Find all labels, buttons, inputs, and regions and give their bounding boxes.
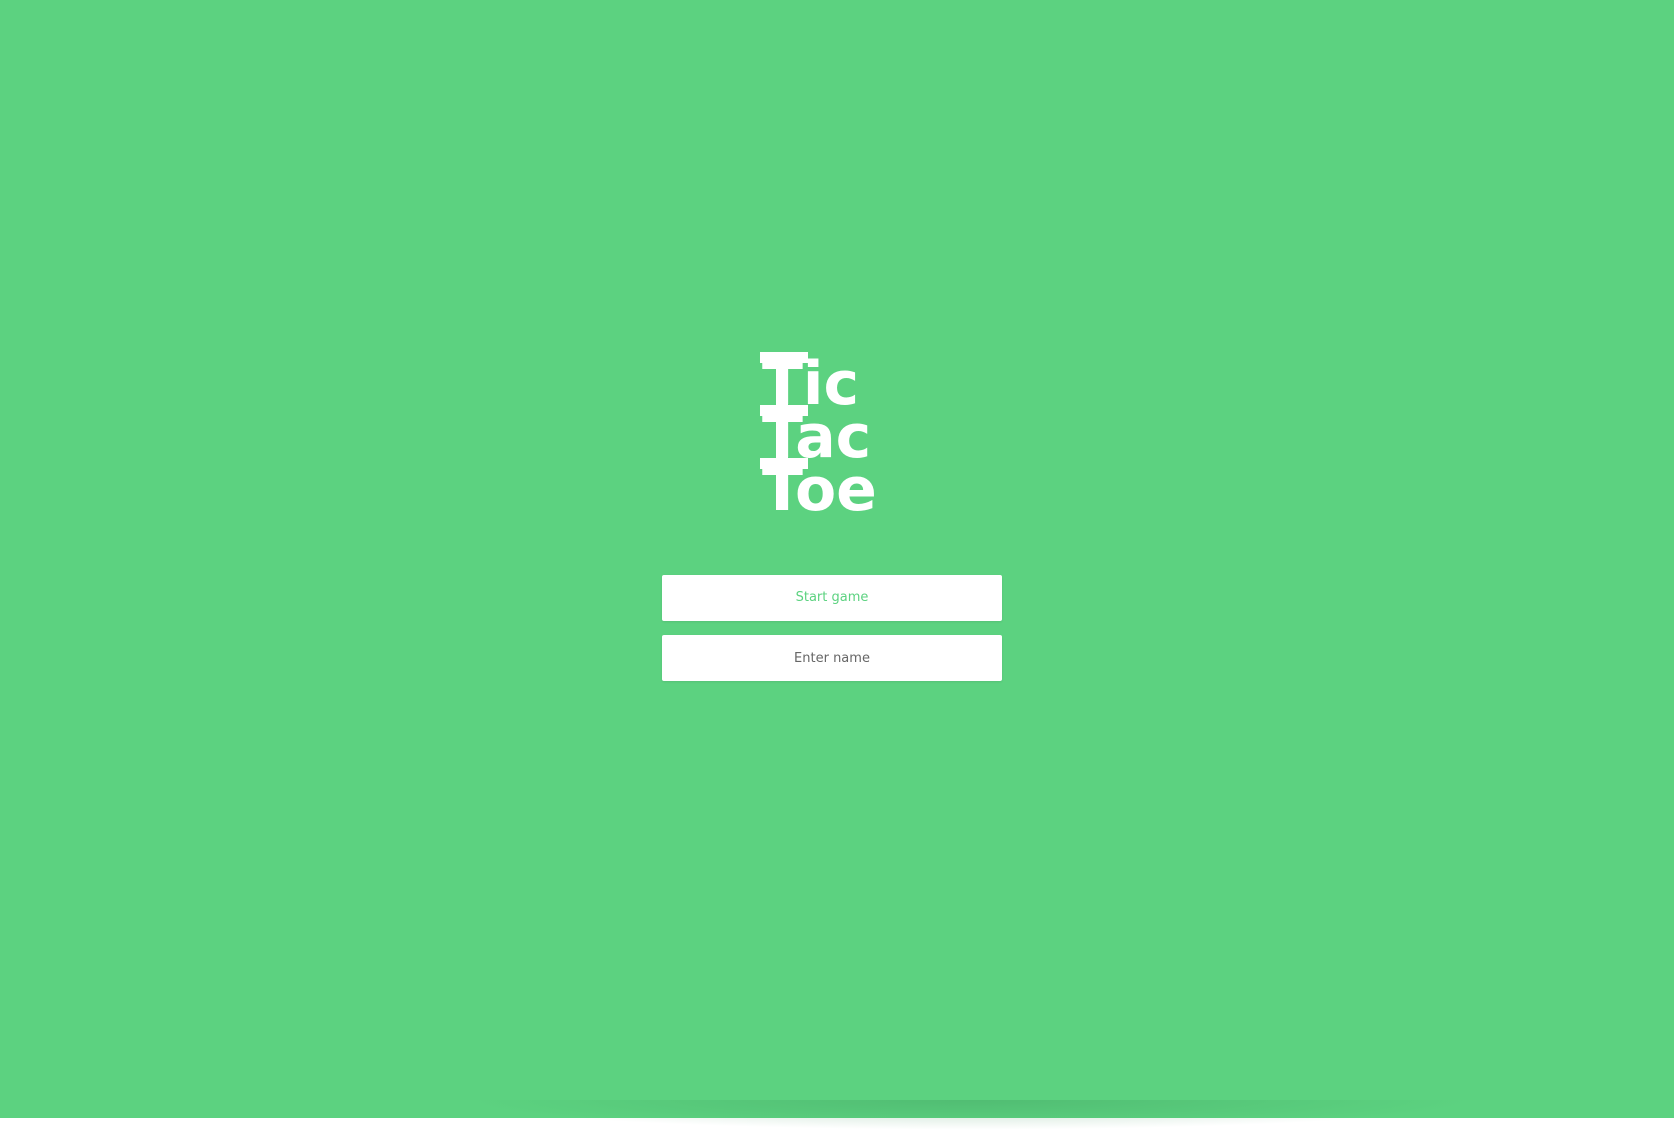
name-input[interactable] <box>662 635 1002 681</box>
bottom-shadow <box>460 1100 1480 1130</box>
game-logo: Tic Tac Toe <box>756 340 906 520</box>
logo-word-toe: Toe <box>762 455 877 520</box>
start-screen: Tic Tac Toe Start game <box>0 0 1674 1130</box>
start-game-button[interactable]: Start game <box>662 575 1002 621</box>
